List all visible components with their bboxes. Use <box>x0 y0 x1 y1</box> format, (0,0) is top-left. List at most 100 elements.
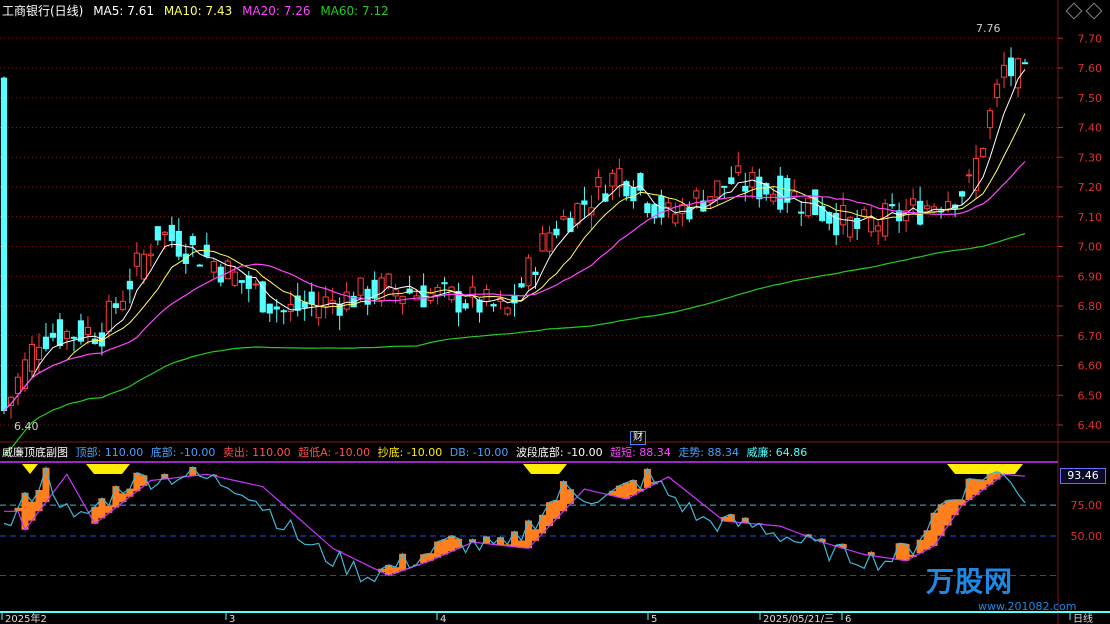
indicator-db: DB: -10.00 <box>449 446 509 459</box>
williams-line <box>3 465 1026 583</box>
candle-body <box>28 343 36 372</box>
candle-body <box>308 291 315 305</box>
candle-body <box>889 204 896 207</box>
window-controls <box>1065 2 1103 20</box>
candle-body <box>721 185 728 188</box>
high-price-label: 7.76 <box>976 22 1001 35</box>
candle-body <box>343 291 350 310</box>
candle-body <box>1007 57 1015 77</box>
trend-line <box>4 473 1026 577</box>
candle-body <box>986 110 994 129</box>
candle-body <box>35 346 43 361</box>
indicator-header: 威廉顶底副图 顶部: 110.00 底部: -10.00 卖出: 110.00 … <box>2 445 811 461</box>
candle-body <box>595 177 602 188</box>
candle-body <box>112 303 119 308</box>
candle-body <box>105 300 112 332</box>
candle-body <box>965 174 973 177</box>
stock-title: 工商银行(日线) <box>2 4 84 18</box>
candle-body <box>525 257 532 287</box>
price-tick-label: 6.40 <box>1078 419 1103 432</box>
candle-body <box>56 319 64 347</box>
candle-body <box>210 261 217 273</box>
candle-body <box>259 281 266 313</box>
candle-body <box>84 326 92 336</box>
candle-body <box>742 185 749 192</box>
candle-body <box>693 190 700 199</box>
candle-body <box>385 273 392 288</box>
candle-body <box>364 288 371 305</box>
candle-body <box>979 147 987 158</box>
candle-body <box>861 209 868 217</box>
candle-body <box>140 253 147 280</box>
ma5-value: MA5: 7.61 <box>93 4 154 18</box>
candle-body <box>560 216 567 220</box>
brand-logo: 万股网 www.201082.com <box>898 560 1098 620</box>
candle-body <box>840 204 847 226</box>
candle-body <box>805 197 812 217</box>
indicator-sell: 卖出: 110.00 <box>222 446 291 459</box>
indicator-williams: 威廉: 64.86 <box>746 446 808 459</box>
candle-body <box>728 177 735 185</box>
price-tick-label: 7.10 <box>1078 211 1103 224</box>
candle-body <box>280 310 287 313</box>
candle-body <box>161 231 168 235</box>
super-short-fill <box>14 467 1001 576</box>
price-tick-label: 7.70 <box>1078 32 1103 45</box>
indicator-top: 顶部: 110.00 <box>75 446 144 459</box>
time-axis-label: 4 <box>440 614 446 624</box>
candle-body <box>49 332 57 338</box>
maximize-icon[interactable] <box>1085 2 1103 20</box>
indicator-super-short: 超短: 88.34 <box>610 446 671 459</box>
top-signal-marker <box>86 464 130 474</box>
price-header: 工商银行(日线) MA5: 7.61 MA10: 7.43 MA20: 7.26… <box>2 2 395 20</box>
top-signal-marker <box>947 464 1023 474</box>
candle-body <box>238 280 245 283</box>
brand-url: www.201082.com <box>978 600 1077 613</box>
candle-body <box>574 203 581 225</box>
candle-body <box>1021 62 1029 65</box>
candle-body <box>224 260 231 280</box>
brand-name: 万股网 <box>926 565 1014 598</box>
candle-body <box>266 303 273 314</box>
price-tick-label: 7.00 <box>1078 241 1103 254</box>
candle-body <box>70 336 78 339</box>
candle-body <box>287 304 294 313</box>
top-signal-marker <box>523 464 567 474</box>
price-tick-label: 7.20 <box>1078 181 1103 194</box>
chart-canvas[interactable]: 7.70 7.60 7.50 7.40 7.30 7.20 7.10 7.00 6.90 6.80… <box>0 0 1110 624</box>
candle-body <box>133 252 140 267</box>
price-tick-label: 6.90 <box>1078 270 1103 283</box>
candle-body <box>854 217 861 229</box>
candle-body <box>392 289 399 297</box>
candle-body <box>504 307 511 315</box>
candle-body <box>798 211 805 214</box>
ma60-line <box>3 232 1026 456</box>
low-price-label: 6.40 <box>14 420 39 433</box>
indicator-wave-bottom: 波段底部: -10.00 <box>515 446 603 459</box>
restore-icon[interactable] <box>1065 2 1083 20</box>
candle-body <box>175 230 182 257</box>
indicator-name[interactable]: 威廉顶底副图 <box>2 446 68 459</box>
candle-body <box>231 271 238 286</box>
candle-body <box>686 207 693 220</box>
candle-body <box>763 183 770 195</box>
candle-body <box>273 306 280 310</box>
candle-body <box>462 303 469 309</box>
candle-body <box>63 330 71 340</box>
price-tick-label: 7.60 <box>1078 62 1103 75</box>
candle-body <box>553 228 560 236</box>
time-axis-label: 2025年2 <box>5 612 47 624</box>
indicator-bottom: 底部: -10.00 <box>150 446 216 459</box>
candle-body <box>868 217 875 233</box>
indicator-buy-bottom: 抄底: -10.00 <box>377 446 443 459</box>
candle-body <box>581 200 588 205</box>
candle-body <box>357 277 364 296</box>
indicator-tick-label: 50.00 <box>1071 530 1103 543</box>
price-tick-label: 6.80 <box>1078 300 1103 313</box>
candle-body <box>735 165 742 174</box>
candle-body <box>665 202 672 208</box>
indicator-super-low: 超低A: -10.00 <box>298 446 371 459</box>
candle-body <box>0 77 8 411</box>
finance-event-marker[interactable]: 财 <box>630 431 646 445</box>
ma10-value: MA10: 7.43 <box>163 4 233 18</box>
